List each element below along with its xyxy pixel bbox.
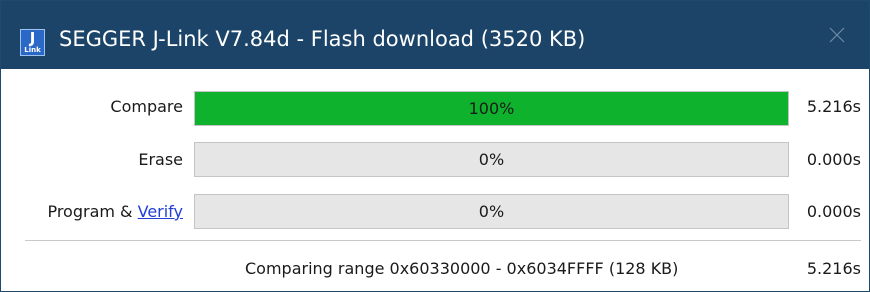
jlink-app-icon: J Link [20, 29, 45, 56]
program-progress-text: 0% [478, 202, 505, 221]
erase-progress-bar: 0% [194, 142, 789, 177]
status-time: 5.216s [806, 259, 861, 278]
compare-label: Compare [110, 97, 183, 116]
compare-progress-bar: 100% [194, 91, 789, 126]
program-label: Program & [47, 202, 138, 221]
compare-time: 5.216s [806, 97, 861, 116]
icon-caption: Link [24, 46, 41, 54]
program-time: 0.000s [806, 202, 861, 221]
program-verify-label: Program & Verify [47, 202, 183, 221]
close-button[interactable] [805, 1, 869, 69]
status-message: Comparing range 0x60330000 - 0x6034FFFF … [245, 259, 679, 278]
divider [25, 240, 861, 241]
icon-letter: J [29, 29, 36, 47]
erase-progress-text: 0% [478, 150, 505, 169]
flash-download-window: J Link SEGGER J-Link V7.84d - Flash down… [0, 0, 870, 292]
erase-label: Erase [138, 150, 183, 169]
compare-progress-text: 100% [468, 99, 515, 118]
window-title: SEGGER J-Link V7.84d - Flash download (3… [59, 27, 586, 51]
title-bar[interactable]: J Link SEGGER J-Link V7.84d - Flash down… [1, 1, 869, 69]
program-progress-bar: 0% [194, 194, 789, 229]
close-icon [829, 27, 845, 43]
erase-time: 0.000s [806, 150, 861, 169]
verify-link[interactable]: Verify [138, 202, 183, 221]
